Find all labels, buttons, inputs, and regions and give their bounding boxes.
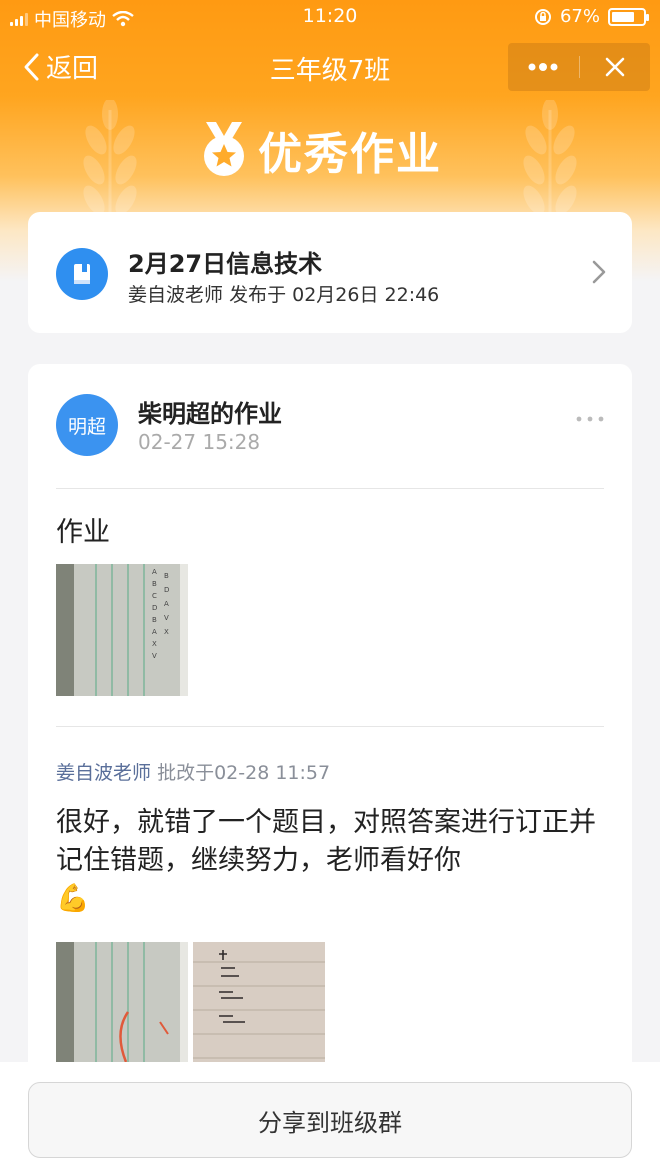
avatar[interactable]: 明超: [56, 394, 118, 456]
status-bar: 中国移动 11:20 67%: [0, 0, 660, 34]
divider: [56, 726, 604, 727]
assignment-teacher: 姜自波老师: [128, 284, 224, 306]
lock-rotation-icon: [534, 8, 551, 25]
review-comment: 很好，就错了一个题目，对照答案进行订正并记住错题，继续努力，老师看好你 💪: [56, 804, 616, 918]
wheat-right-decoration: [523, 100, 577, 220]
share-to-class-group-button[interactable]: 分享到班级群: [28, 1082, 632, 1158]
reviewer-name: 姜自波老师: [56, 762, 152, 784]
review-label: 批改于: [157, 762, 215, 784]
svg-text:A: A: [152, 568, 157, 576]
battery-percent: 67%: [559, 6, 600, 27]
svg-text:B: B: [152, 580, 157, 588]
close-button[interactable]: [580, 43, 651, 91]
assignment-published-label: 发布于: [229, 284, 287, 306]
bottom-bar: 分享到班级群: [0, 1062, 660, 1174]
muscle-emoji: 💪: [56, 883, 90, 914]
homework-author: 柴明超的作业: [138, 400, 282, 428]
assignment-card[interactable]: 2月27日信息技术 姜自波老师 发布于 02月26日 22:46: [28, 212, 632, 333]
svg-text:A: A: [152, 628, 157, 636]
svg-text:B: B: [152, 616, 157, 624]
svg-text:X: X: [152, 640, 157, 648]
corrected-image[interactable]: [56, 942, 188, 1074]
homework-card: 明超 柴明超的作业 02-27 15:28 作业 ABCDBAXV BDAVX …: [28, 364, 632, 1124]
assignment-published-time: 02月26日 22:46: [292, 284, 440, 306]
status-right: 67%: [534, 6, 649, 27]
medal-icon: [204, 122, 244, 176]
svg-text:C: C: [152, 592, 157, 600]
divider: [56, 488, 604, 489]
assignment-title: 2月27日信息技术: [128, 250, 323, 278]
review-meta: 姜自波老师 批改于02-28 11:57: [56, 758, 330, 785]
mini-program-capsule: [508, 43, 650, 91]
homework-image[interactable]: ABCDBAXV BDAVX: [56, 564, 188, 696]
chevron-right-icon: [592, 260, 606, 284]
review-time: 02-28 11:57: [214, 762, 331, 784]
book-icon: [56, 248, 108, 300]
svg-text:V: V: [152, 652, 157, 660]
svg-text:B: B: [164, 572, 169, 580]
ellipsis-icon[interactable]: [576, 416, 604, 422]
svg-text:X: X: [164, 628, 169, 636]
banner: 优秀作业: [200, 118, 442, 182]
svg-text:A: A: [164, 600, 169, 608]
wheat-left-decoration: [83, 100, 137, 220]
svg-text:V: V: [164, 614, 169, 622]
assignment-subtitle: 姜自波老师 发布于 02月26日 22:46: [128, 280, 439, 307]
answer-image[interactable]: [193, 942, 325, 1074]
close-icon: [605, 57, 625, 77]
more-dots-icon: [528, 63, 558, 71]
more-button[interactable]: [508, 43, 579, 91]
homework-text: 作业: [56, 517, 110, 548]
comment-text: 很好，就错了一个题目，对照答案进行订正并记住错题，继续努力，老师看好你: [56, 807, 596, 876]
svg-text:D: D: [152, 604, 157, 612]
homework-time: 02-27 15:28: [138, 430, 261, 454]
banner-title: 优秀作业: [258, 129, 442, 180]
battery-icon: [608, 7, 649, 26]
svg-text:D: D: [164, 586, 169, 594]
